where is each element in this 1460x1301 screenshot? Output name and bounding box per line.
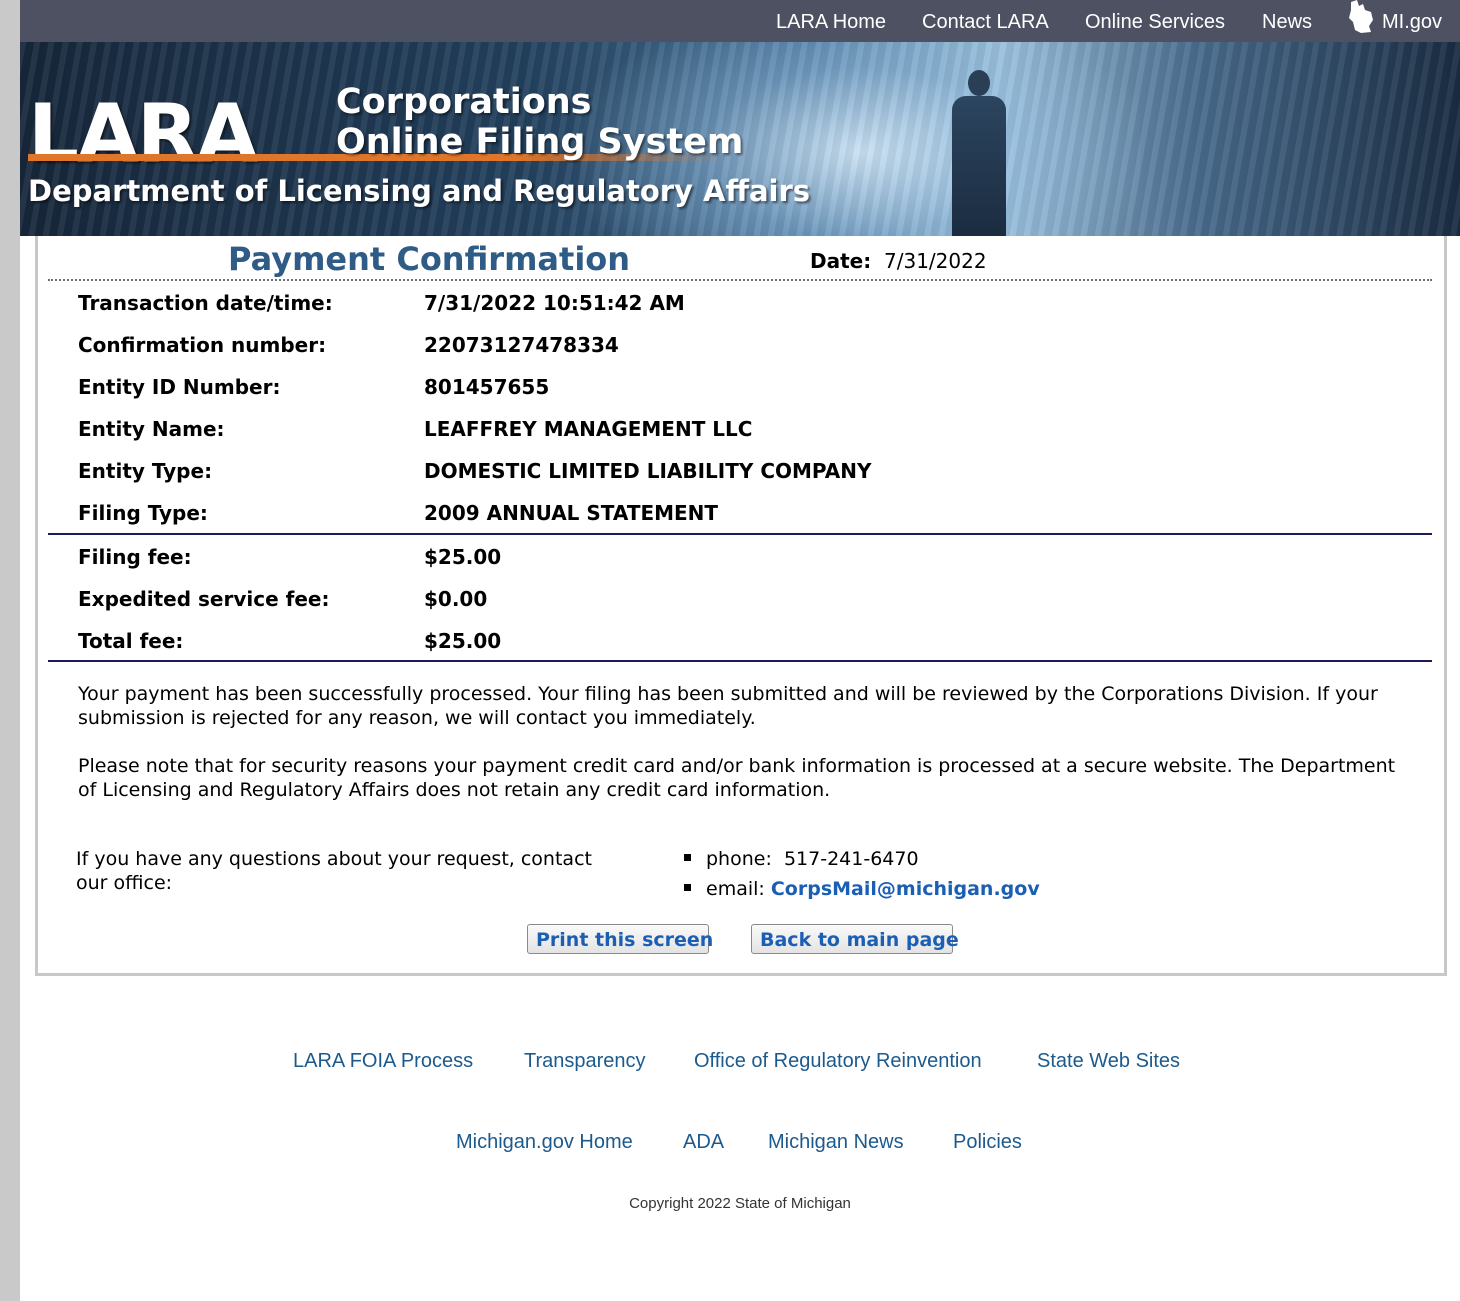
person-silhouette-head xyxy=(968,70,990,96)
nav-contact-lara[interactable]: Contact LARA xyxy=(922,11,1049,34)
bullet-icon xyxy=(684,884,691,891)
left-gutter xyxy=(0,0,20,1301)
print-screen-button[interactable]: Print this screen xyxy=(527,924,713,954)
footer-transparency-link[interactable]: Transparency xyxy=(524,1050,646,1073)
footer-policies-link[interactable]: Policies xyxy=(953,1131,1022,1154)
footer-state-web-sites-link[interactable]: State Web Sites xyxy=(1037,1050,1180,1073)
contact-prompt: If you have any questions about your req… xyxy=(76,848,592,894)
bullet-icon xyxy=(684,854,691,861)
entity-type-value: DOMESTIC LIMITED LIABILITY COMPANY xyxy=(424,459,872,483)
title-divider xyxy=(48,279,1432,281)
department-title: Department of Licensing and Regulatory A… xyxy=(28,174,811,208)
michigan-icon[interactable] xyxy=(1345,0,1377,34)
contact-email: email: CorpsMail@michigan.gov xyxy=(684,877,1040,907)
system-title-line1: Corporations xyxy=(336,82,592,122)
filing-fee-value: $25.00 xyxy=(424,545,502,569)
person-silhouette-body xyxy=(952,96,1006,236)
lara-logo: LARA xyxy=(28,87,258,180)
confirmation-number-label: Confirmation number: xyxy=(78,333,327,357)
top-navigation: LARA Home Contact LARA Online Services N… xyxy=(20,0,1460,42)
system-title: Corporations Online Filing System xyxy=(336,82,743,162)
footer-foia-link[interactable]: LARA FOIA Process xyxy=(293,1050,473,1073)
fees-divider-top xyxy=(48,533,1432,535)
filing-type-value: 2009 ANNUAL STATEMENT xyxy=(424,501,719,525)
fees-divider-bottom xyxy=(48,660,1432,662)
entity-id-label: Entity ID Number: xyxy=(78,375,281,399)
expedited-fee-value: $0.00 xyxy=(424,587,488,611)
email-link[interactable]: CorpsMail@michigan.gov xyxy=(771,878,1040,900)
total-fee-label: Total fee: xyxy=(78,629,184,653)
page-title: Payment Confirmation xyxy=(228,240,631,278)
filing-fee-label: Filing fee: xyxy=(78,545,192,569)
footer-regulatory-reinvention-link[interactable]: Office of Regulatory Reinvention xyxy=(694,1050,982,1073)
footer-michigan-gov-home-link[interactable]: Michigan.gov Home xyxy=(456,1131,633,1154)
entity-name-value: LEAFFREY MANAGEMENT LLC xyxy=(424,417,753,441)
expedited-fee-label: Expedited service fee: xyxy=(78,587,330,611)
total-fee-value: $25.00 xyxy=(424,629,502,653)
filing-type-label: Filing Type: xyxy=(78,501,208,525)
email-label: email: xyxy=(706,878,765,900)
confirmation-number-value: 22073127478334 xyxy=(424,333,619,357)
nav-news[interactable]: News xyxy=(1262,11,1312,34)
entity-type-label: Entity Type: xyxy=(78,459,213,483)
entity-name-label: Entity Name: xyxy=(78,417,225,441)
date-value: 7/31/2022 xyxy=(884,249,987,273)
copyright: Copyright 2022 State of Michigan xyxy=(629,1195,851,1212)
transaction-datetime-value: 7/31/2022 10:51:42 AM xyxy=(424,291,685,315)
security-note: Please note that for security reasons yo… xyxy=(78,755,1396,801)
transaction-datetime-label: Transaction date/time: xyxy=(78,291,333,315)
system-title-line2: Online Filing System xyxy=(336,122,744,162)
footer-ada-link[interactable]: ADA xyxy=(683,1131,724,1154)
nav-online-services[interactable]: Online Services xyxy=(1085,11,1225,34)
header-banner: LARA Corporations Online Filing System D… xyxy=(20,42,1460,236)
phone-value: 517-241-6470 xyxy=(783,848,919,870)
entity-id-value: 801457655 xyxy=(424,375,550,399)
contact-list: phone: 517-241-6470 email: CorpsMail@mic… xyxy=(684,847,1040,907)
nav-mi-gov[interactable]: MI.gov xyxy=(1382,11,1442,34)
date-label: Date: xyxy=(810,249,872,273)
contact-phone: phone: 517-241-6470 xyxy=(684,847,1040,877)
phone-label: phone: xyxy=(706,848,772,870)
success-message: Your payment has been successfully proce… xyxy=(78,683,1378,729)
nav-lara-home[interactable]: LARA Home xyxy=(776,11,886,34)
back-to-main-button[interactable]: Back to main page xyxy=(751,924,959,954)
footer-michigan-news-link[interactable]: Michigan News xyxy=(768,1131,904,1154)
